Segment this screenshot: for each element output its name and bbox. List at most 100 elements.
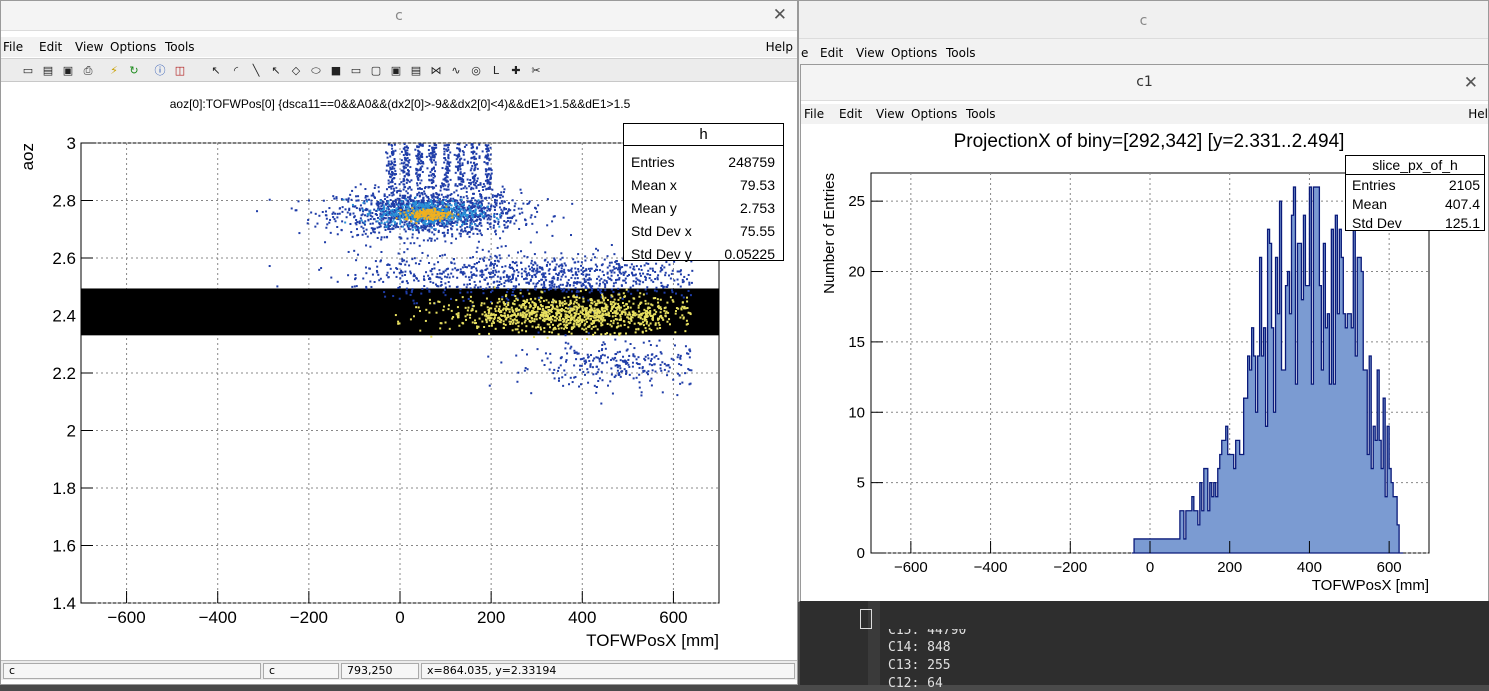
inspect-icon[interactable]: ⓘ bbox=[153, 64, 167, 78]
ellipse-icon[interactable]: ⬭ bbox=[309, 64, 323, 78]
menu-item-edit[interactable]: Edit bbox=[839, 107, 862, 121]
menu-item-file[interactable]: File bbox=[804, 107, 824, 121]
scatter-point bbox=[295, 209, 297, 211]
streak-point bbox=[405, 159, 407, 161]
scatter-point bbox=[378, 226, 380, 228]
scatter-point bbox=[457, 269, 459, 271]
menu-item-tools[interactable]: Tools bbox=[966, 107, 996, 121]
open-icon[interactable]: ▤ bbox=[41, 64, 55, 78]
scatter-point bbox=[494, 260, 496, 262]
scatter-point bbox=[413, 210, 415, 212]
menu-item-help[interactable]: Hel bbox=[1468, 107, 1488, 121]
streak-point bbox=[435, 161, 437, 163]
scatter-point bbox=[607, 323, 609, 325]
menu-item-options[interactable]: Options bbox=[891, 46, 937, 60]
menu-item-view[interactable]: View bbox=[75, 40, 103, 54]
close-icon[interactable]: ✕ bbox=[1464, 73, 1478, 93]
scatter-point bbox=[473, 274, 475, 276]
marker-icon[interactable]: ✚ bbox=[509, 64, 523, 78]
toolbar: ▭ ▤ ▣ ⎙ ⚡ ↻ ⓘ ◫ ↖ ◜ ╲ ↖ ◇ ⬭ ■ ▭ ▢ ▣ ▤ ⋈ … bbox=[1, 58, 797, 82]
scatter-point bbox=[486, 298, 488, 300]
status-pixel-coords: 793,250 bbox=[341, 663, 419, 679]
scatter-point bbox=[478, 199, 480, 201]
pointer-icon[interactable]: ↖ bbox=[209, 64, 223, 78]
title-bar[interactable]: c1 ✕ bbox=[801, 65, 1488, 101]
scatter-point bbox=[441, 278, 443, 280]
menu-item-view[interactable]: View bbox=[856, 46, 884, 60]
box-icon[interactable]: ▭ bbox=[349, 64, 363, 78]
scatter-point bbox=[335, 220, 337, 222]
scatter-point bbox=[349, 223, 351, 225]
streak-point bbox=[414, 149, 416, 151]
streak-point bbox=[447, 160, 449, 162]
interrupt-icon[interactable]: ⚡ bbox=[107, 64, 121, 78]
menu-item-help[interactable]: Help bbox=[766, 40, 793, 54]
pave-label-icon[interactable]: ▢ bbox=[369, 64, 383, 78]
scatter-point bbox=[447, 213, 449, 215]
scatter-point bbox=[655, 324, 657, 326]
title-bar[interactable]: c bbox=[799, 1, 1488, 39]
browser-icon[interactable]: ◫ bbox=[173, 64, 187, 78]
new-canvas-icon[interactable]: ▭ bbox=[21, 64, 35, 78]
scatter-point bbox=[489, 273, 491, 275]
menu-item-options[interactable]: Options bbox=[110, 40, 156, 54]
menu-item-tools[interactable]: Tools bbox=[946, 46, 976, 60]
scatter-point bbox=[556, 305, 558, 307]
scatter-point bbox=[633, 297, 635, 299]
scatter-point bbox=[462, 221, 464, 223]
save-icon[interactable]: ▣ bbox=[61, 64, 75, 78]
scatter-point bbox=[530, 262, 532, 264]
close-icon[interactable]: ✕ bbox=[773, 5, 787, 25]
print-icon[interactable]: ⎙ bbox=[81, 64, 95, 78]
menu-item-view[interactable]: View bbox=[876, 107, 904, 121]
curly-line-icon[interactable]: ◎ bbox=[469, 64, 483, 78]
paves-text-icon[interactable]: ▤ bbox=[409, 64, 423, 78]
y-tick-label: 10 bbox=[848, 404, 865, 421]
refresh-icon[interactable]: ↻ bbox=[127, 64, 141, 78]
scatter-point bbox=[423, 239, 425, 241]
scatter-point bbox=[471, 274, 473, 276]
diamond-icon[interactable]: ◇ bbox=[289, 64, 303, 78]
graph-icon[interactable]: ∿ bbox=[449, 64, 463, 78]
menu-item-file[interactable]: File bbox=[3, 40, 23, 54]
x-tick-label: 600 bbox=[659, 608, 687, 627]
scatter-point bbox=[428, 291, 430, 293]
menu-item-tools[interactable]: Tools bbox=[165, 40, 195, 54]
scatter-point bbox=[679, 317, 681, 319]
y-tick-label: 3 bbox=[67, 134, 76, 153]
streak-point bbox=[488, 169, 490, 171]
scatter-point bbox=[618, 265, 620, 267]
scatter-point bbox=[689, 356, 691, 358]
scatter-point bbox=[613, 253, 615, 255]
diamond-pave-icon[interactable]: ⋈ bbox=[429, 64, 443, 78]
menu-item-edit[interactable]: Edit bbox=[820, 46, 843, 60]
terminal-panel[interactable]: C15: 44790 C14: 848 C13: 255 C12: 64 bbox=[800, 601, 1489, 685]
x-tick-label: 600 bbox=[1377, 559, 1402, 576]
pave-text-icon[interactable]: ▣ bbox=[389, 64, 403, 78]
arc-icon[interactable]: ◜ bbox=[229, 64, 243, 78]
menu-item[interactable]: e bbox=[801, 46, 808, 60]
scatter-point bbox=[489, 208, 491, 210]
arrow-icon[interactable]: ↖ bbox=[269, 64, 283, 78]
y-tick-label: 1.4 bbox=[52, 594, 76, 613]
y-tick-label: 2.2 bbox=[52, 364, 76, 383]
menu-item-options[interactable]: Options bbox=[911, 107, 957, 121]
scatter-point bbox=[470, 296, 472, 298]
streak-point bbox=[391, 148, 393, 150]
title-bar[interactable]: c ✕ bbox=[1, 1, 797, 31]
menu-item-edit[interactable]: Edit bbox=[39, 40, 62, 54]
scatter-point bbox=[642, 281, 644, 283]
scatter-point bbox=[447, 230, 449, 232]
scatter-point bbox=[474, 199, 476, 201]
latex-icon[interactable]: L bbox=[489, 64, 503, 78]
scatter-point bbox=[400, 263, 402, 265]
streak-point bbox=[405, 167, 407, 169]
pad-icon[interactable]: ■ bbox=[329, 64, 343, 78]
cut-icon[interactable]: ✂ bbox=[529, 64, 543, 78]
stats-box[interactable]: slice_px_of_h Entries Mean Std Dev 2105 … bbox=[1345, 155, 1485, 231]
streak-point bbox=[459, 177, 461, 179]
scatter-point bbox=[469, 317, 471, 319]
scatter-point bbox=[509, 209, 511, 211]
stats-box[interactable]: h Entries Mean x Mean y Std Dev x Std De… bbox=[623, 123, 784, 261]
line-icon[interactable]: ╲ bbox=[249, 64, 263, 78]
